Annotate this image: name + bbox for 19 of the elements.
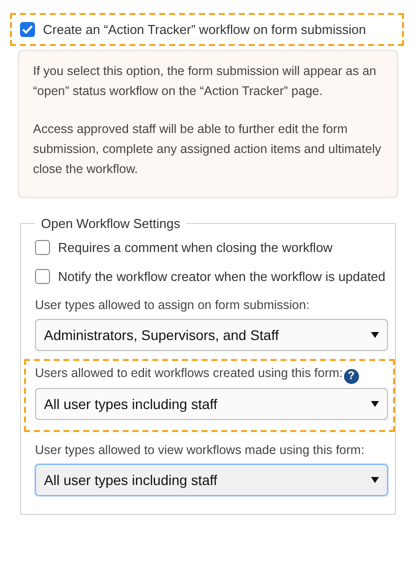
info-paragraph: Access approved staff will be able to further edit the form submission, complete any assigned action items and ultimately close the workflow.: [33, 121, 382, 178]
caret-icon: [371, 332, 379, 338]
checkbox-label: Notify the workflow creator when the workflow is updated: [58, 268, 386, 286]
dropdown[interactable]: All user types including staff: [35, 464, 388, 496]
dropdown[interactable]: Administrators, Supervisors, and Staff: [35, 319, 388, 351]
field-label: User types allowed to assign on form submission:: [35, 298, 310, 312]
group-legend: Open Workflow Settings: [35, 216, 186, 231]
field-label: User types allowed to view workflows made using this form:: [35, 442, 364, 456]
dropdown[interactable]: All user types including staff: [35, 388, 388, 420]
checkbox-label: Create an “Action Tracker” workflow on form submission: [43, 21, 366, 39]
info-paragraph: If you select this option, the form submission will appear as an “open” status workflow on the “Action Tracker” page.: [33, 63, 378, 100]
checkbox-label: Requires a comment when closing the workflow: [58, 239, 333, 257]
checkbox[interactable]: [20, 22, 35, 37]
help-icon[interactable]: ?: [344, 368, 359, 384]
caret-icon: [371, 400, 379, 406]
field-label: Users allowed to edit workflows created using this form:: [35, 366, 343, 380]
checkbox[interactable]: [35, 269, 50, 284]
caret-icon: [371, 476, 379, 482]
checkbox[interactable]: [35, 240, 50, 255]
